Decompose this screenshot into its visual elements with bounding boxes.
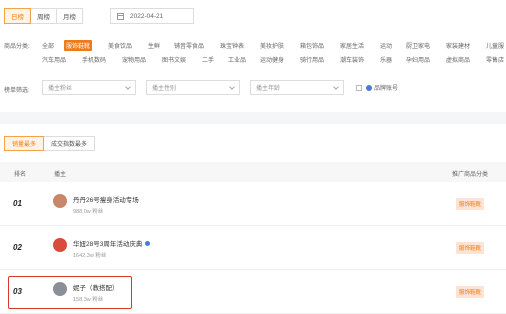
date-value: 2022-04-21 xyxy=(130,12,164,20)
gender-filter-placeholder: 播主性别 xyxy=(152,86,177,92)
filter-label: 榜单筛选: xyxy=(4,88,30,94)
age-filter-placeholder: 播主年龄 xyxy=(256,86,281,92)
category-item[interactable]: 运动健身 xyxy=(260,55,284,64)
fans-filter-placeholder: 播主粉丝 xyxy=(48,86,73,92)
highlight-box xyxy=(8,276,132,309)
chevron-down-icon xyxy=(125,83,131,90)
fans-count: 1642.3w 粉丝 xyxy=(73,253,107,259)
filter-panel: 日榜 周榜 月榜 2022-04-21 商品分类: 全部 服饰鞋靴 美食饮品 生… xyxy=(0,0,506,112)
tab-daily[interactable]: 日榜 xyxy=(4,8,31,24)
tab-monthly[interactable]: 月榜 xyxy=(56,8,83,24)
header-rank: 排名 xyxy=(14,172,27,178)
brand-account-filter[interactable]: 品牌账号 xyxy=(356,83,398,92)
category-item[interactable]: 二手 xyxy=(202,55,214,64)
category-label: 商品分类: xyxy=(4,44,30,50)
category-item[interactable]: 骑行用品 xyxy=(300,55,324,64)
category-item[interactable]: 珠宝钟表 xyxy=(220,41,244,50)
table-header: 排名 播主 推广商品分类 xyxy=(0,162,506,182)
category-item[interactable]: 美食饮品 xyxy=(108,41,132,50)
header-streamer: 播主 xyxy=(54,172,67,178)
tab-sales-most[interactable]: 销量最多 xyxy=(4,136,45,151)
category-tag: 服饰鞋靴 xyxy=(456,286,485,298)
streamer-name[interactable]: 华妞28号3周年活动庆典 xyxy=(73,238,151,248)
streamer-name[interactable]: 丹丹26号瘦身活动专场 xyxy=(73,194,139,204)
sort-tabs: 销量最多 成交指数最多 xyxy=(4,136,96,151)
category-item[interactable]: 厨卫家电 xyxy=(406,41,430,50)
category-item[interactable]: 汽车用品 xyxy=(42,55,66,64)
category-item[interactable]: 儿童服 xyxy=(486,41,504,50)
rank-number: 01 xyxy=(13,199,22,208)
category-item[interactable]: 全部 xyxy=(42,41,54,50)
avatar[interactable] xyxy=(53,238,67,252)
category-item[interactable]: 乐器 xyxy=(380,55,392,64)
fans-filter-select[interactable]: 播主粉丝 xyxy=(42,80,136,95)
date-picker[interactable]: 2022-04-21 xyxy=(110,8,194,24)
category-item[interactable]: 生鲜 xyxy=(148,41,160,50)
category-item[interactable]: 虚拟商品 xyxy=(446,55,470,64)
category-item[interactable]: 孕妇用品 xyxy=(406,55,430,64)
avatar[interactable] xyxy=(53,194,67,208)
category-item[interactable]: 铺音零食品 xyxy=(174,41,204,50)
brand-icon xyxy=(366,84,372,91)
gender-filter-select[interactable]: 播主性别 xyxy=(146,80,240,95)
chevron-down-icon xyxy=(229,83,235,90)
category-tag: 服饰鞋靴 xyxy=(456,242,485,254)
category-item[interactable]: 箱包饰品 xyxy=(300,41,324,50)
category-item[interactable]: 工业品 xyxy=(228,55,246,64)
category-item[interactable]: 宠物用品 xyxy=(122,55,146,64)
brand-checkbox[interactable] xyxy=(356,84,362,91)
tab-weekly[interactable]: 周榜 xyxy=(30,8,57,24)
table-row[interactable]: 02 华妞28号3周年活动庆典 1642.3w 粉丝 服饰鞋靴 xyxy=(0,226,506,270)
header-category: 推广商品分类 xyxy=(452,172,489,178)
table-row[interactable]: 01 丹丹26号瘦身活动专场 988.0w 粉丝 服饰鞋靴 xyxy=(0,182,506,226)
calendar-icon xyxy=(117,12,124,20)
period-tabs: 日榜 周榜 月榜 xyxy=(4,8,83,24)
category-item[interactable]: 家居生活 xyxy=(340,41,364,50)
category-item-selected[interactable]: 服饰鞋靴 xyxy=(64,40,93,51)
age-filter-select[interactable]: 播主年龄 xyxy=(250,80,344,95)
category-item[interactable]: 家装建材 xyxy=(446,41,470,50)
rank-number: 02 xyxy=(13,243,22,252)
category-item[interactable]: 运动 xyxy=(380,41,392,50)
chevron-down-icon xyxy=(333,83,339,90)
brand-checkbox-label: 品牌账号 xyxy=(374,86,399,92)
tab-deal-index-most[interactable]: 成交指数最多 xyxy=(43,136,96,151)
category-tag: 服饰鞋靴 xyxy=(456,198,485,210)
category-item[interactable]: 美妆护肤 xyxy=(260,41,284,50)
category-item[interactable]: 潮车装饰 xyxy=(340,55,364,64)
fans-count: 988.0w 粉丝 xyxy=(73,209,104,215)
verified-icon xyxy=(145,240,151,246)
category-item[interactable]: 手机数码 xyxy=(82,55,106,64)
category-item[interactable]: 图书文娱 xyxy=(162,55,186,64)
category-item[interactable]: 零售店 xyxy=(486,55,504,64)
